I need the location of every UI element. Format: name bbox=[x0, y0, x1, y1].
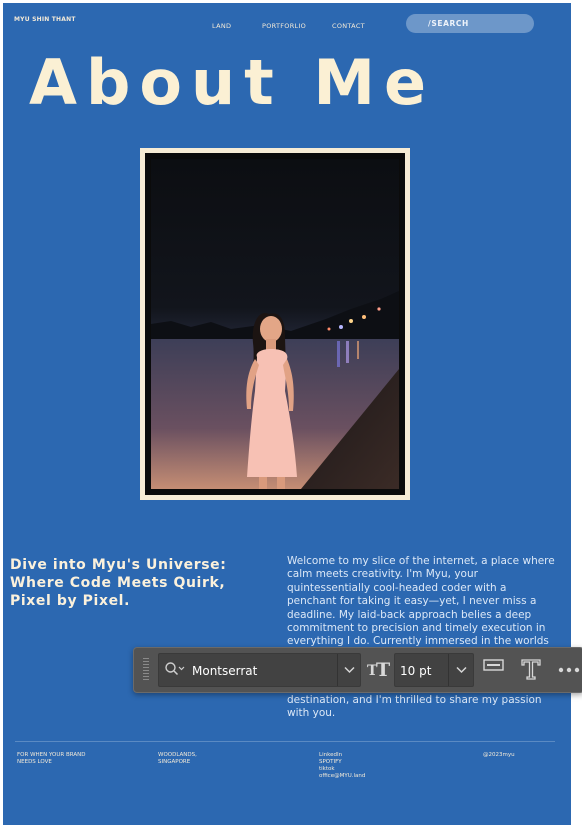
footer-link-email[interactable]: office@MYU.land bbox=[319, 773, 365, 780]
toolbar-drag-handle[interactable] bbox=[143, 658, 149, 680]
font-size-dropdown[interactable] bbox=[448, 654, 473, 686]
font-size-icon: T T bbox=[367, 656, 391, 684]
nav-link-contact[interactable]: CONTACT bbox=[332, 22, 365, 30]
about-tagline: Dive into Myu's Universe: Where Code Mee… bbox=[10, 557, 227, 609]
portfolio-page: MYU SHIN THANT LAND PORTFORLIO CONTACT /… bbox=[3, 3, 571, 825]
footer-location-line: SINGAPORE bbox=[158, 759, 191, 765]
text-frame-icon[interactable] bbox=[482, 658, 506, 678]
footer-divider bbox=[15, 741, 555, 742]
search-bar[interactable]: /SEARCH bbox=[406, 14, 534, 33]
chevron-down-icon bbox=[456, 666, 467, 674]
profile-photo-frame bbox=[140, 148, 410, 500]
nav-link-portfolio[interactable]: PORTFORLIO bbox=[262, 22, 306, 30]
type-tool-icon[interactable] bbox=[519, 657, 543, 685]
font-family-field[interactable]: Montserrat bbox=[158, 653, 361, 687]
brand-name[interactable]: MYU SHIN THANT bbox=[14, 16, 76, 23]
nav-link-land[interactable]: LAND bbox=[212, 22, 231, 30]
photo-border bbox=[145, 153, 405, 495]
search-label: /SEARCH bbox=[428, 19, 469, 28]
footer-slogan: FOR WHEN YOUR BRAND NEEDS LOVE bbox=[17, 752, 85, 766]
footer-link-spotify[interactable]: SPOTIFY bbox=[319, 759, 365, 766]
text-properties-toolbar: Montserrat T T 10 pt bbox=[133, 647, 582, 693]
footer-slogan-line: FOR WHEN YOUR BRAND bbox=[17, 752, 86, 758]
footer-link-tiktok[interactable]: tiktok bbox=[319, 766, 365, 773]
page-title: About Me bbox=[29, 46, 436, 119]
more-options-icon[interactable] bbox=[558, 662, 580, 681]
svg-text:T: T bbox=[376, 659, 390, 680]
font-family-dropdown[interactable] bbox=[337, 654, 360, 686]
about-body-closing: destination, and I'm thrilled to share m… bbox=[287, 694, 542, 720]
font-family-value: Montserrat bbox=[192, 664, 258, 678]
chevron-down-icon bbox=[344, 666, 355, 674]
footer-link-linkedin[interactable]: LinkedIn bbox=[319, 752, 365, 759]
footer-location-line: WOODLANDS, bbox=[158, 752, 197, 758]
footer-location: WOODLANDS, SINGAPORE bbox=[158, 752, 197, 766]
search-icon bbox=[164, 661, 186, 681]
font-size-field[interactable]: 10 pt bbox=[394, 653, 474, 687]
profile-photo bbox=[151, 159, 399, 489]
footer-copyright: @2023myu bbox=[483, 752, 515, 758]
font-size-value: 10 pt bbox=[400, 664, 432, 678]
footer-links: LinkedIn SPOTIFY tiktok office@MYU.land bbox=[319, 752, 365, 780]
footer-slogan-line: NEEDS LOVE bbox=[17, 759, 52, 765]
